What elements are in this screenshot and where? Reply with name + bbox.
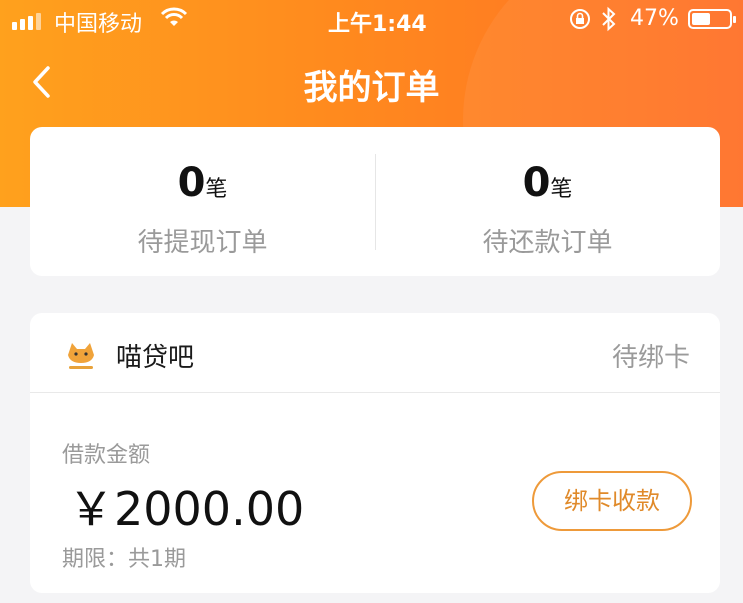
order-summary-card: 0笔 待提现订单 0笔 待还款订单 [30, 127, 720, 276]
status-bar: 中国移动 上午1:44 47% [0, 0, 743, 40]
merchant-name: 喵贷吧 [116, 343, 195, 373]
battery-icon [688, 9, 736, 29]
order-status: 待绑卡 [611, 343, 690, 373]
loan-amount-label: 借款金额 [62, 443, 151, 468]
pending-withdraw-count: 0 [177, 160, 206, 206]
merchant-row: 喵贷吧 待绑卡 [30, 313, 720, 393]
page-title: 我的订单 [303, 68, 440, 108]
bluetooth-icon [600, 6, 618, 38]
signal-icon [12, 13, 41, 30]
battery-percent: 47% [630, 6, 679, 31]
pending-withdraw-stat[interactable]: 0笔 待提现订单 [30, 161, 375, 259]
pending-withdraw-unit: 笔 [205, 177, 228, 202]
status-time: 上午1:44 [328, 12, 427, 37]
pending-repay-stat[interactable]: 0笔 待还款订单 [375, 161, 720, 259]
loan-amount-value: ￥2000.00 [68, 482, 305, 536]
order-card[interactable]: 喵贷吧 待绑卡 借款金额 ￥2000.00 期限：共1期 绑卡收款 [30, 313, 720, 593]
cat-logo-icon [64, 333, 98, 373]
rotation-lock-icon [568, 7, 592, 37]
pending-repay-count: 0 [522, 160, 551, 206]
pending-withdraw-label: 待提现订单 [137, 228, 268, 258]
loan-term: 期限：共1期 [62, 547, 186, 572]
bind-card-button[interactable]: 绑卡收款 [532, 471, 692, 531]
pending-repay-label: 待还款订单 [482, 228, 613, 258]
wifi-icon [160, 6, 188, 34]
carrier-label: 中国移动 [54, 12, 143, 37]
pending-repay-unit: 笔 [550, 177, 573, 202]
